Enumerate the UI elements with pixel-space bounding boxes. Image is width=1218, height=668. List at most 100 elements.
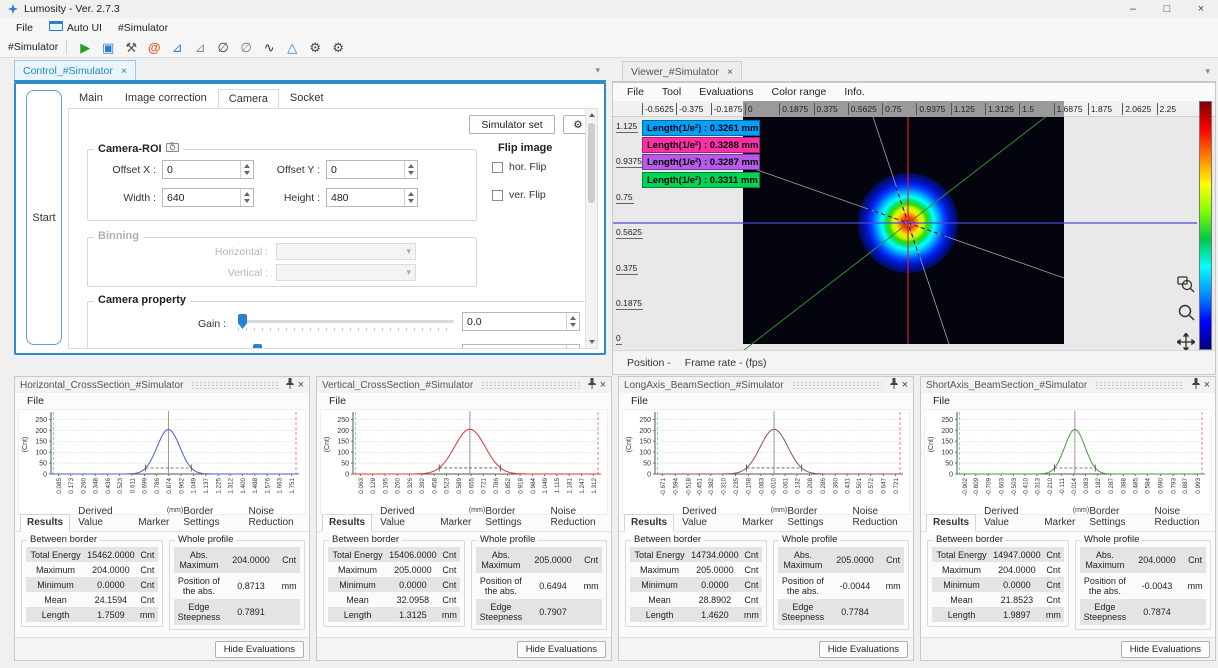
spinner-icon[interactable] — [404, 189, 417, 206]
start-button[interactable]: Start — [26, 90, 62, 345]
hide-evaluations-button[interactable]: Hide Evaluations — [819, 641, 908, 658]
camera-icon[interactable] — [166, 142, 179, 155]
zoom-icon[interactable] — [1173, 299, 1199, 325]
prism-icon[interactable]: △ — [282, 38, 302, 56]
offset-x-input[interactable]: 0 — [162, 160, 254, 179]
spinner-icon[interactable] — [566, 345, 579, 349]
spinner-icon[interactable] — [240, 189, 253, 206]
toolbar-profile-label[interactable]: #Simulator — [8, 41, 58, 53]
file-menu[interactable]: File — [631, 395, 648, 407]
tab-derived-value[interactable]: Derived Value — [374, 504, 432, 531]
spinner-icon[interactable] — [566, 313, 579, 330]
profile-chart-icon[interactable]: ⊿ — [167, 38, 187, 56]
offset-y-input[interactable]: 0 — [326, 160, 418, 179]
tab-marker[interactable]: Marker — [132, 515, 175, 531]
hide-evaluations-button[interactable]: Hide Evaluations — [1121, 641, 1210, 658]
tab-results[interactable]: Results — [624, 514, 674, 532]
close-icon[interactable]: × — [727, 66, 733, 78]
tab-results[interactable]: Results — [20, 514, 70, 532]
menu-simulator[interactable]: #Simulator — [118, 22, 168, 34]
file-menu[interactable]: File — [933, 395, 950, 407]
tab-border-settings[interactable]: Border Settings — [177, 504, 240, 531]
tab-noise-reduction[interactable]: Noise Reduction — [1149, 504, 1215, 531]
pin-icon[interactable] — [1192, 376, 1200, 394]
tab-noise-reduction[interactable]: Noise Reduction — [545, 504, 611, 531]
menu-file[interactable]: File — [16, 22, 33, 34]
run-icon[interactable]: ▶ — [75, 38, 95, 56]
close-icon[interactable]: × — [600, 380, 606, 391]
gain-input[interactable]: 0.0 — [462, 312, 580, 331]
simulator-set-button[interactable]: Simulator set — [469, 115, 555, 134]
spiral-icon[interactable]: @ — [144, 38, 164, 56]
hide-evaluations-button[interactable]: Hide Evaluations — [517, 641, 606, 658]
binning-horizontal-dropdown[interactable]: ▾ — [276, 243, 416, 260]
pin-icon[interactable] — [286, 376, 294, 394]
close-icon[interactable]: × — [121, 65, 127, 77]
pin-icon[interactable] — [588, 376, 596, 394]
hide-evaluations-button[interactable]: Hide Evaluations — [215, 641, 304, 658]
control-scrollbar[interactable] — [585, 109, 597, 348]
viewer-window-icon[interactable]: ▣ — [98, 38, 118, 56]
tab-socket[interactable]: Socket — [279, 88, 335, 109]
tab-marker[interactable]: Marker — [736, 515, 779, 531]
exposure-slider-handle[interactable] — [253, 344, 262, 349]
ver-flip-checkbox[interactable] — [492, 190, 503, 201]
tab-main[interactable]: Main — [68, 88, 114, 109]
tab-noise-reduction[interactable]: Noise Reduction — [243, 504, 309, 531]
file-menu[interactable]: File — [329, 395, 346, 407]
spinner-icon[interactable] — [240, 161, 253, 178]
viewer-menu-color-range[interactable]: Color range — [771, 86, 826, 98]
chevron-down-icon[interactable]: ▾ — [1205, 66, 1210, 77]
scroll-down-icon[interactable] — [586, 336, 597, 348]
hor-flip-checkbox[interactable] — [492, 162, 503, 173]
tab-border-settings[interactable]: Border Settings — [479, 504, 542, 531]
exposure-input[interactable]: 8000.0 — [462, 344, 580, 349]
spinner-icon[interactable] — [404, 161, 417, 178]
wrench-icon[interactable]: ⚒ — [121, 38, 141, 56]
tab-derived-value[interactable]: Derived Value — [978, 504, 1036, 531]
tab-results[interactable]: Results — [322, 514, 372, 532]
settings-gear2-icon[interactable]: ⚙ — [328, 38, 348, 56]
chevron-down-icon[interactable]: ▾ — [595, 65, 600, 76]
width-input[interactable]: 640 — [162, 188, 254, 207]
gain-slider[interactable] — [238, 320, 454, 323]
viewer-menu-evaluations[interactable]: Evaluations — [699, 86, 753, 98]
tab-derived-value[interactable]: Derived Value — [72, 504, 130, 531]
restore-button[interactable]: □ — [1150, 0, 1184, 18]
ellipse-eval-icon[interactable]: ∅ — [213, 38, 233, 56]
viewer-menu-info[interactable]: Info. — [844, 86, 864, 98]
close-icon[interactable]: × — [298, 380, 304, 391]
tab-marker[interactable]: Marker — [434, 515, 477, 531]
menu-auto-ui[interactable]: Auto UI — [67, 22, 102, 34]
viewer-menu-file[interactable]: File — [627, 86, 644, 98]
scrollbar-thumb[interactable] — [588, 123, 595, 203]
close-icon[interactable]: × — [1204, 380, 1210, 391]
tab-marker[interactable]: Marker — [1038, 515, 1081, 531]
scroll-up-icon[interactable] — [586, 109, 597, 121]
gain-slider-handle[interactable] — [238, 314, 247, 329]
settings-gear-icon[interactable]: ⚙ — [305, 38, 325, 56]
tab-border-settings[interactable]: Border Settings — [781, 504, 844, 531]
viewer-menu-tool[interactable]: Tool — [662, 86, 681, 98]
minimize-button[interactable]: – — [1116, 0, 1150, 18]
close-button[interactable]: × — [1184, 0, 1218, 18]
tab-camera[interactable]: Camera — [218, 89, 279, 110]
beam-viewport[interactable]: -0.5625-0.375-0.187500.18750.3750.56250.… — [613, 101, 1215, 350]
tab-results[interactable]: Results — [926, 514, 976, 532]
binning-vertical-dropdown[interactable]: ▾ — [276, 264, 416, 281]
pin-icon[interactable] — [890, 376, 898, 394]
trend-chart-icon[interactable]: ∿ — [259, 38, 279, 56]
close-icon[interactable]: × — [902, 380, 908, 391]
height-input[interactable]: 480 — [326, 188, 418, 207]
profile-chart2-icon[interactable]: ⊿ — [190, 38, 210, 56]
ellipse-eval-off-icon[interactable]: ∅ — [236, 38, 256, 56]
tab-derived-value[interactable]: Derived Value — [676, 504, 734, 531]
tab-border-settings[interactable]: Border Settings — [1083, 504, 1146, 531]
pan-icon[interactable] — [1173, 329, 1199, 350]
zoom-region-icon[interactable] — [1173, 271, 1199, 297]
tab-noise-reduction[interactable]: Noise Reduction — [847, 504, 913, 531]
viewer-tab[interactable]: Viewer_#Simulator × — [622, 61, 742, 81]
file-menu[interactable]: File — [27, 395, 44, 407]
tab-image-correction[interactable]: Image correction — [114, 88, 218, 109]
control-tab[interactable]: Control_#Simulator × — [14, 60, 136, 80]
